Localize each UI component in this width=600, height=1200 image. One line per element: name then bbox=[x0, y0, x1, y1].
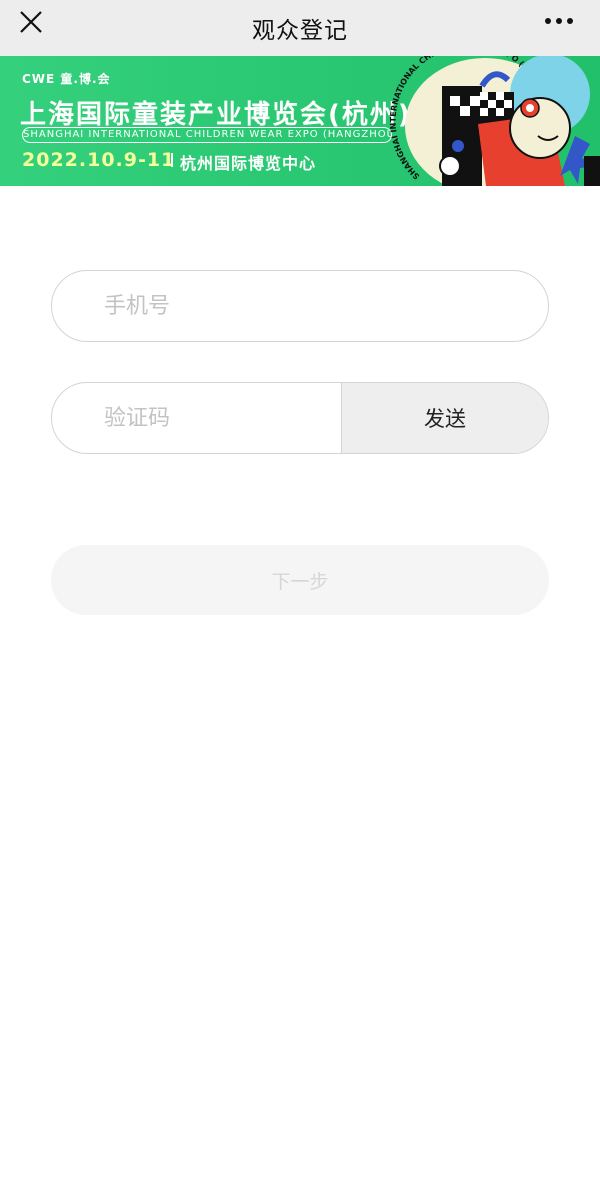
banner-title: 上海国际童装产业博览会(杭州) bbox=[20, 100, 412, 130]
verification-code-field[interactable]: 发送 bbox=[51, 382, 549, 454]
banner-illustration: SHANGHAI INTERNATIONAL CHILDREN WEAR EXP… bbox=[390, 56, 600, 186]
phone-input[interactable] bbox=[104, 271, 524, 341]
verification-code-input[interactable] bbox=[104, 383, 334, 453]
more-icon[interactable] bbox=[544, 16, 574, 26]
page-title: 观众登记 bbox=[252, 18, 348, 44]
close-icon[interactable] bbox=[18, 9, 44, 35]
expo-banner[interactable]: CWE 童.博.会 上海国际童装产业博览会(杭州) SHANGHAI INTER… bbox=[0, 56, 600, 186]
banner-divider bbox=[171, 153, 173, 167]
send-code-button[interactable]: 发送 bbox=[341, 383, 548, 453]
banner-date: 2022.10.9-11 bbox=[22, 149, 176, 171]
banner-subtitle: SHANGHAI INTERNATIONAL CHILDREN WEAR EXP… bbox=[22, 127, 392, 143]
next-step-button[interactable]: 下一步 bbox=[51, 545, 549, 615]
banner-venue: 杭州国际博览中心 bbox=[180, 154, 317, 173]
navbar: 观众登记 bbox=[0, 0, 600, 56]
banner-logo: CWE 童.博.会 bbox=[22, 72, 111, 86]
phone-field[interactable] bbox=[51, 270, 549, 342]
